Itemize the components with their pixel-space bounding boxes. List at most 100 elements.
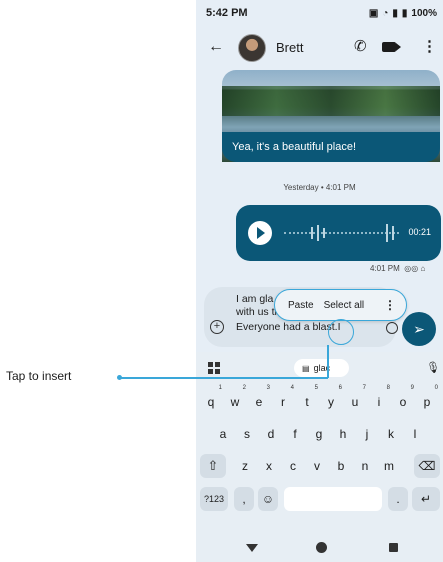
annotation-line bbox=[327, 345, 329, 378]
waveform-bar bbox=[317, 225, 319, 241]
key-number-hint: 9 bbox=[410, 385, 414, 391]
key-n[interactable]: n bbox=[354, 454, 376, 478]
key-number-hint: 3 bbox=[266, 385, 270, 391]
lake-photo bbox=[222, 86, 440, 116]
key-c[interactable]: c bbox=[282, 454, 304, 478]
keyboard-row-3: ⇧ ⌫ zxcvbnm bbox=[196, 454, 443, 480]
voice-message[interactable]: 00:21 bbox=[236, 205, 441, 261]
cursor-handle[interactable] bbox=[328, 319, 354, 345]
key-t[interactable]: t5 bbox=[296, 385, 318, 414]
voice-message-meta: 4:01 PM ◎◎ ⌂ bbox=[370, 264, 425, 273]
key-h[interactable]: h bbox=[332, 422, 354, 446]
message-bubble[interactable]: Yea, it's a beautiful place! bbox=[222, 132, 440, 162]
nav-home-icon[interactable] bbox=[316, 542, 327, 553]
key-u[interactable]: u7 bbox=[344, 385, 366, 414]
add-attachment-icon[interactable]: + bbox=[210, 320, 224, 334]
symbols-key[interactable]: ?123 bbox=[200, 487, 228, 511]
emoji-icon[interactable] bbox=[386, 322, 398, 334]
mic-icon[interactable]: 🎙 bbox=[426, 361, 440, 374]
status-icons: ▣ ◔ ▮ ▮ 100% bbox=[369, 8, 437, 19]
keyboard-row-1: q1w2e3r4t5y6u7i8o9p0 bbox=[196, 385, 443, 416]
waveform-bar bbox=[323, 228, 325, 238]
annotation-label: Tap to insert bbox=[6, 369, 72, 383]
nav-back-icon[interactable] bbox=[246, 544, 258, 552]
wifi-icon: ◔ bbox=[382, 7, 389, 19]
waveform-bar bbox=[311, 227, 313, 239]
apps-grid-icon[interactable] bbox=[208, 362, 220, 374]
key-m[interactable]: m bbox=[378, 454, 400, 478]
comma-key[interactable]: , bbox=[234, 487, 254, 511]
key-number-hint: 5 bbox=[314, 385, 318, 391]
nfc-icon: ▣ bbox=[368, 7, 379, 19]
key-l[interactable]: l bbox=[404, 422, 426, 446]
battery-icon: ▮ bbox=[401, 7, 408, 19]
key-i[interactable]: i8 bbox=[368, 385, 390, 414]
delivered-icon: ◎◎ ⌂ bbox=[402, 264, 426, 273]
key-number-hint: 7 bbox=[362, 385, 366, 391]
key-p[interactable]: p0 bbox=[416, 385, 438, 414]
keyboard: ▤ glac 🎙 q1w2e3r4t5y6u7i8o9p0 asdfghjkl ⇧… bbox=[196, 352, 443, 534]
keyboard-row-4: ?123 , ☺ . ↵ bbox=[196, 487, 443, 513]
status-time: 5:42 PM bbox=[206, 7, 248, 19]
conversation-header: ← Brett ✆ ⋮ bbox=[196, 28, 443, 68]
period-key[interactable]: . bbox=[388, 487, 408, 511]
key-number-hint: 8 bbox=[386, 385, 390, 391]
waveform bbox=[284, 232, 399, 234]
key-e[interactable]: e3 bbox=[248, 385, 270, 414]
clipboard-suggestion[interactable]: ▤ glac bbox=[294, 359, 349, 377]
avatar[interactable] bbox=[238, 34, 266, 62]
system-nav-bar bbox=[196, 534, 443, 562]
key-x[interactable]: x bbox=[258, 454, 280, 478]
waveform-bar bbox=[392, 226, 394, 240]
key-s[interactable]: s bbox=[236, 422, 258, 446]
contact-name[interactable]: Brett bbox=[276, 40, 303, 55]
key-k[interactable]: k bbox=[380, 422, 402, 446]
key-j[interactable]: j bbox=[356, 422, 378, 446]
waveform-bar bbox=[386, 224, 388, 242]
space-bar[interactable] bbox=[284, 487, 382, 511]
phone-screen: 5:42 PM ▣ ◔ ▮ ▮ 100% ← Brett ✆ ⋮ Yea, it… bbox=[196, 0, 443, 562]
text-context-menu: Paste Select all ⋮ bbox=[274, 289, 407, 321]
key-o[interactable]: o9 bbox=[392, 385, 414, 414]
annotation-line bbox=[120, 377, 328, 379]
key-r[interactable]: r4 bbox=[272, 385, 294, 414]
day-timestamp: Yesterday • 4:01 PM bbox=[283, 183, 356, 192]
key-number-hint: 4 bbox=[290, 385, 294, 391]
paste-option[interactable]: Paste bbox=[288, 300, 314, 311]
signal-icon: ▮ bbox=[392, 7, 398, 19]
send-button[interactable]: ➢ bbox=[402, 312, 436, 346]
key-number-hint: 1 bbox=[218, 385, 222, 391]
compose-line: Everyone had a blast.I bbox=[236, 321, 341, 333]
key-a[interactable]: a bbox=[212, 422, 234, 446]
key-g[interactable]: g bbox=[308, 422, 330, 446]
video-icon[interactable] bbox=[382, 42, 401, 52]
status-bar: 5:42 PM ▣ ◔ ▮ ▮ 100% bbox=[196, 0, 443, 26]
key-d[interactable]: d bbox=[260, 422, 282, 446]
key-number-hint: 0 bbox=[434, 385, 438, 391]
emoji-key[interactable]: ☺ bbox=[258, 487, 278, 511]
battery-percent: 100% bbox=[411, 7, 437, 19]
backspace-key[interactable]: ⌫ bbox=[414, 454, 440, 478]
key-f[interactable]: f bbox=[284, 422, 306, 446]
shift-key[interactable]: ⇧ bbox=[200, 454, 226, 478]
key-b[interactable]: b bbox=[330, 454, 352, 478]
phone-icon[interactable]: ✆ bbox=[354, 37, 367, 55]
key-number-hint: 6 bbox=[338, 385, 342, 391]
play-icon[interactable] bbox=[248, 221, 272, 245]
keyboard-row-2: asdfghjkl bbox=[196, 422, 443, 448]
message-time: 4:01 PM bbox=[370, 264, 400, 273]
select-all-option[interactable]: Select all bbox=[324, 300, 365, 311]
clipboard-icon: ▤ bbox=[302, 364, 310, 373]
key-number-hint: 2 bbox=[242, 385, 246, 391]
key-w[interactable]: w2 bbox=[224, 385, 246, 414]
voice-duration: 00:21 bbox=[408, 227, 431, 237]
more-options-icon[interactable]: ⋮ bbox=[384, 298, 396, 312]
key-z[interactable]: z bbox=[234, 454, 256, 478]
back-arrow-icon[interactable]: ← bbox=[208, 38, 224, 56]
more-vert-icon[interactable]: ⋮ bbox=[422, 37, 437, 55]
nav-recents-icon[interactable] bbox=[389, 543, 398, 552]
key-q[interactable]: q1 bbox=[200, 385, 222, 414]
enter-key[interactable]: ↵ bbox=[412, 487, 440, 511]
key-y[interactable]: y6 bbox=[320, 385, 342, 414]
key-v[interactable]: v bbox=[306, 454, 328, 478]
